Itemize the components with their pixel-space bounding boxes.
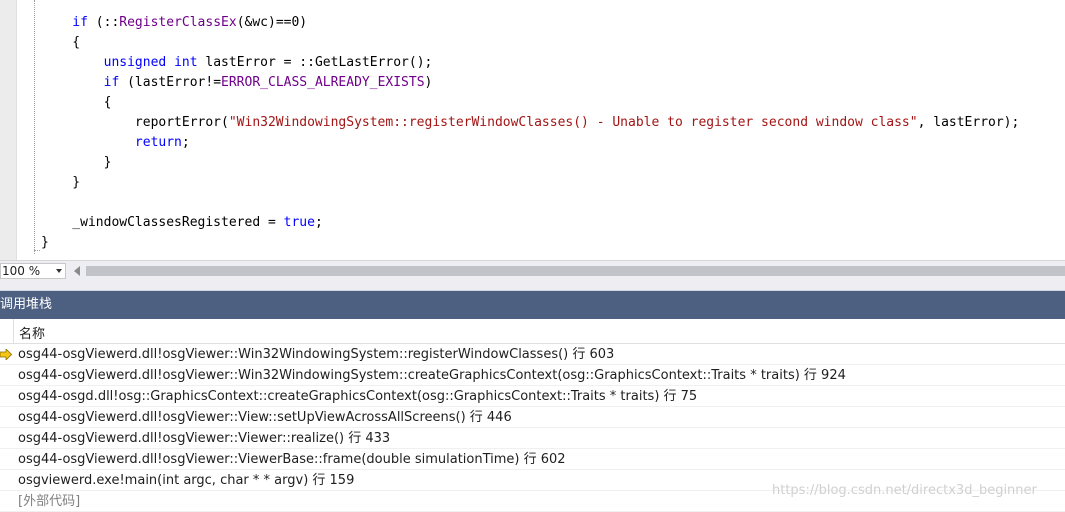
code-token: } [41,235,49,250]
code-token: _windowClassesRegistered = [41,215,284,230]
callstack-column-header: 名称 [0,319,1065,344]
callstack-frame[interactable]: osg44-osgViewerd.dll!osgViewer::View::se… [0,407,1065,428]
code-token: } [41,175,81,190]
code-token: ERROR_CLASS_ALREADY_EXISTS [221,75,425,90]
code-line[interactable]: return; [41,133,190,153]
watermark: https://blog.csdn.net/directx3d_beginner [772,483,1037,498]
editor-status-strip: 100 % [0,260,1065,281]
code-token: if [41,15,96,30]
code-line[interactable]: if (lastError!=ERROR_CLASS_ALREADY_EXIST… [41,73,433,93]
callstack-frame-text: osg44-osgViewerd.dll!osgViewer::ViewerBa… [18,452,566,467]
code-token: lastError = ::GetLastError(); [197,55,433,70]
callstack-title-bar[interactable]: 调用堆栈 [0,291,1065,319]
code-token: (&wc)==0) [236,15,308,30]
code-line[interactable]: { [41,33,80,53]
zoom-value: 100 % [2,264,41,278]
outline-guide-end [34,250,40,251]
callstack-frame-text: osg44-osgViewerd.dll!osgViewer::View::se… [18,410,512,425]
zoom-dropdown[interactable]: 100 % [0,263,66,279]
code-token: } [41,155,112,170]
code-token: (lastError!= [119,75,222,90]
callstack-frame-text: osg44-osgViewerd.dll!osgViewer::Win32Win… [18,368,846,383]
callstack-title: 调用堆栈 [0,297,53,312]
code-line[interactable]: } [41,153,112,173]
callstack-frame[interactable]: osg44-osgViewerd.dll!osgViewer::Viewer::… [0,428,1065,449]
editor-gutter[interactable] [0,0,17,260]
code-token: "Win32WindowingSystem::registerWindowCla… [228,115,918,130]
code-token: return [134,135,182,150]
callstack-frame-text: osg44-osgViewerd.dll!osgViewer::Viewer::… [18,431,391,446]
callstack-frame[interactable]: osg44-osgd.dll!osg::GraphicsContext::cre… [0,386,1065,407]
callstack-frame-text: osg44-osgViewerd.dll!osgViewer::Win32Win… [18,347,615,362]
code-token: , lastError); [917,115,1020,130]
column-header-name[interactable]: 名称 [19,323,45,342]
code-editor[interactable]: if (::RegisterClassEx(&wc)==0) { unsigne… [0,0,1065,260]
code-line[interactable]: { [41,93,112,113]
code-token: ; [314,215,323,230]
chevron-down-icon [56,269,62,273]
code-token: int [174,55,198,70]
code-token: if [103,75,120,90]
callstack-frame-text: [外部代码] [18,494,81,509]
yellow-arrow-icon [0,349,12,360]
code-token: unsigned [103,55,167,70]
scroll-left-arrow-icon[interactable] [74,266,80,276]
code-token: { [41,35,81,50]
outline-guide [34,0,35,254]
code-line[interactable]: reportError("Win32WindowingSystem::regis… [41,113,1019,133]
code-line[interactable]: if (::RegisterClassEx(&wc)==0) [41,13,307,33]
code-token: ) [424,75,433,90]
callstack-frame-text: osg44-osgd.dll!osg::GraphicsContext::cre… [18,389,698,404]
code-line[interactable]: } [41,233,49,253]
panel-splitter[interactable] [0,280,1065,291]
code-token: reportError( [41,115,229,130]
code-token: { [41,95,112,110]
code-line[interactable]: } [41,173,80,193]
callstack-frame[interactable]: osg44-osgViewerd.dll!osgViewer::ViewerBa… [0,449,1065,470]
code-line[interactable]: _windowClassesRegistered = true; [41,213,323,233]
callstack-frame-text: osgviewerd.exe!main(int argc, char * * a… [18,473,355,488]
code-token: true [283,215,315,230]
code-line[interactable]: unsigned int lastError = ::GetLastError(… [41,53,433,73]
code-token: (:: [95,15,120,30]
code-token: RegisterClassEx [119,15,237,30]
code-token: ; [181,135,190,150]
horizontal-scrollbar[interactable] [86,266,1065,276]
callstack-frame[interactable]: osg44-osgViewerd.dll!osgViewer::Win32Win… [0,365,1065,386]
callstack-frame[interactable]: osg44-osgViewerd.dll!osgViewer::Win32Win… [0,344,1065,365]
column-divider[interactable] [13,319,14,343]
